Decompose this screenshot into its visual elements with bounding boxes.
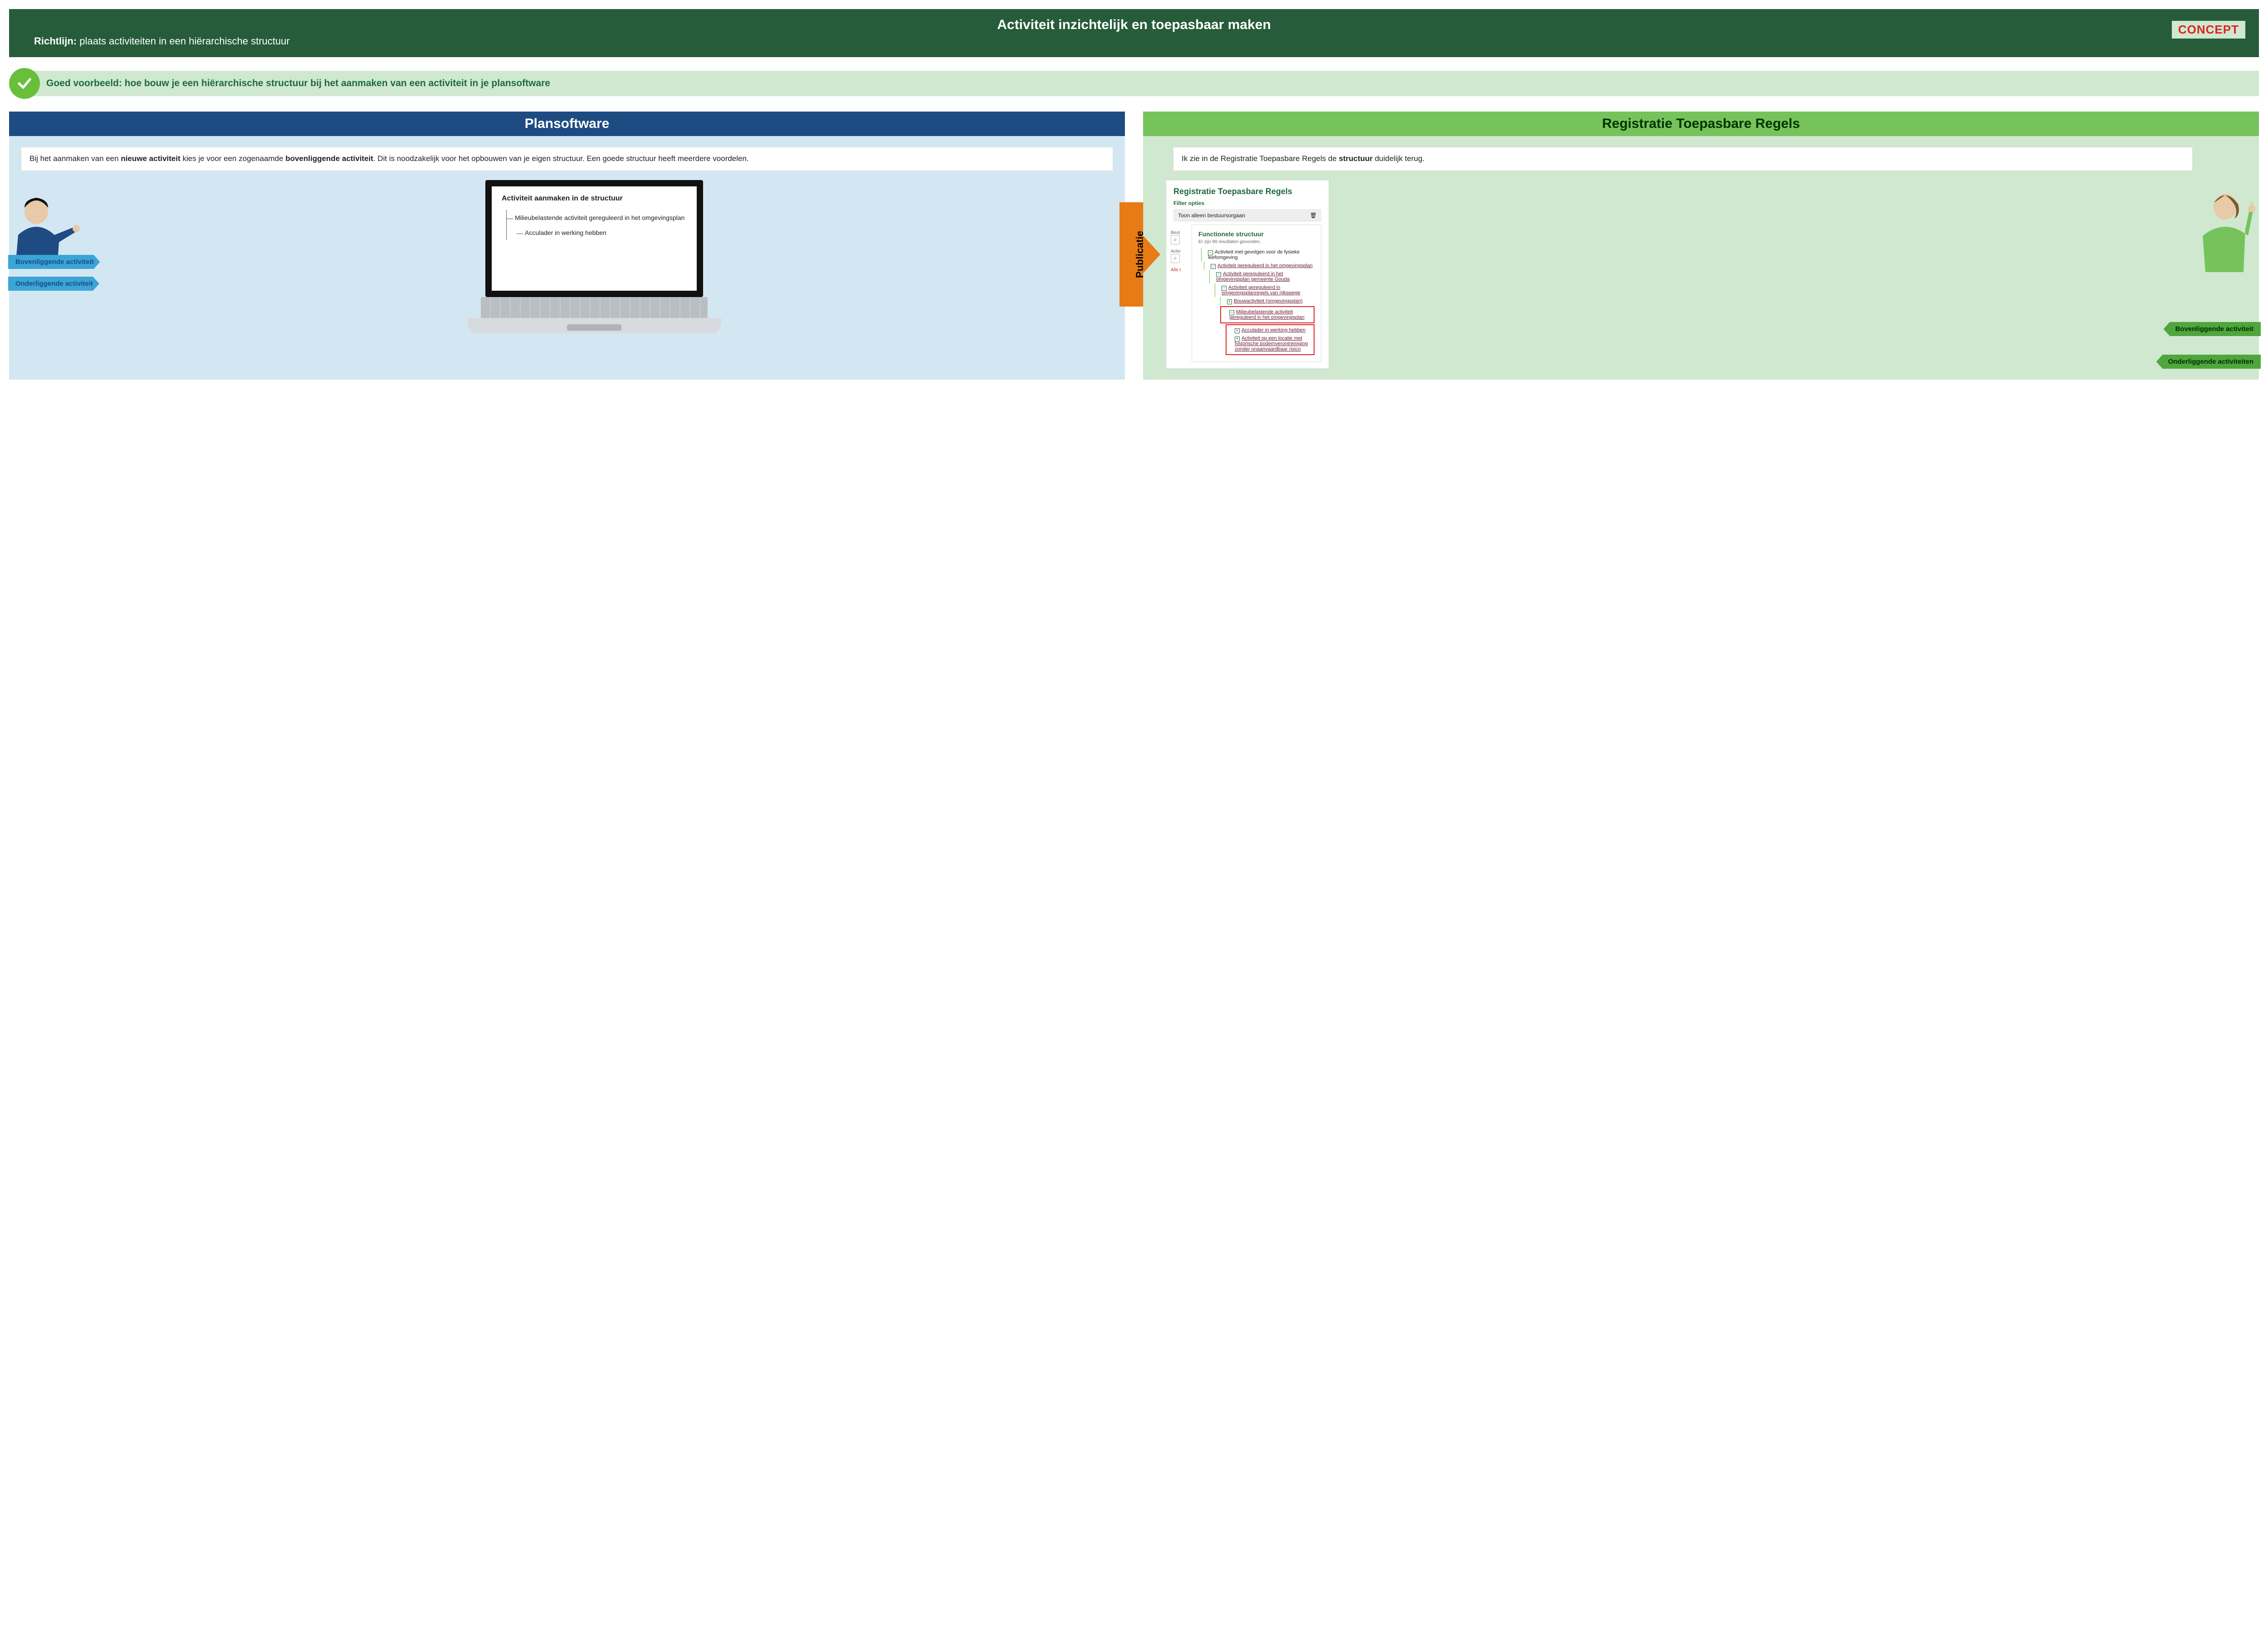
guideline-label: Richtlijn: — [34, 35, 77, 47]
label-parent-activity: Bovenliggende activiteit — [8, 255, 100, 269]
guideline-text: plaats activiteiten in een hiërarchische… — [79, 35, 289, 47]
func-title: Functionele structuur — [1198, 230, 1315, 238]
left-panel-body: Bij het aanmaken van een nieuwe activite… — [9, 136, 1125, 380]
person-right-icon — [2185, 186, 2262, 286]
guideline: Richtlijn: plaats activiteiten in een hi… — [34, 35, 2234, 47]
right-speech-bubble: Ik zie in de Registratie Toepasbare Rege… — [1173, 147, 2193, 171]
label-child-activities-right: Onderliggende activiteiten — [2156, 355, 2261, 369]
search-icon[interactable]: ⌕ — [1171, 235, 1180, 244]
search-icon[interactable]: ⌕ — [1171, 254, 1180, 263]
good-example-text: Goed voorbeeld: hoe bouw je een hiërarch… — [24, 71, 2259, 96]
concept-badge: CONCEPT — [2172, 21, 2245, 39]
highlight-children: +Acculader in werking hebben +Activiteit… — [1226, 324, 1315, 355]
highlight-parent: −Milieubelastende activiteit gereguleerd… — [1220, 306, 1315, 323]
results-count: Er zijn 90 resultaten gevonden. — [1198, 239, 1315, 244]
reg-tree: −Activiteit met gevolgen voor de fysieke… — [1198, 248, 1315, 355]
right-panel-title: Registratie Toepasbare Regels — [1143, 112, 2259, 136]
screen-tree: Milieubelastende activiteit gereguleerd … — [506, 210, 687, 240]
right-panel-body: Ik zie in de Registratie Toepasbare Rege… — [1143, 136, 2259, 380]
filter-title: Filter opties — [1173, 200, 1321, 206]
left-speech-bubble: Bij het aanmaken van een nieuwe activite… — [21, 147, 1113, 171]
page-title: Activiteit inzichtelijk en toepasbaar ma… — [34, 17, 2234, 33]
side-filters: Best⌕ Activ⌕ Alle t — [1171, 230, 1181, 277]
reg-title: Registratie Toepasbare Regels — [1173, 187, 1321, 196]
check-icon — [9, 68, 40, 99]
tree-parent: Milieubelastende activiteit gereguleerd … — [515, 210, 687, 225]
good-example-row: Goed voorbeeld: hoe bouw je een hiërarch… — [9, 68, 2259, 99]
trash-icon[interactable]: 🗑 — [1310, 212, 1317, 219]
tree-child: Acculader in werking hebben — [525, 225, 687, 240]
panels-row: Plansoftware Bij het aanmaken van een ni… — [9, 112, 2259, 380]
filter-option[interactable]: Toon alleen bestuursorgaan 🗑 — [1173, 209, 1321, 222]
person-left-icon — [5, 194, 82, 285]
header-banner: Activiteit inzichtelijk en toepasbaar ma… — [9, 9, 2259, 57]
label-parent-activity-right: Bovenliggende activiteit — [2163, 322, 2261, 336]
publication-label: Publicatie — [1134, 231, 1146, 278]
registration-card: Registratie Toepasbare Regels Filter opt… — [1166, 180, 1329, 369]
publication-arrow: Publicatie — [1119, 202, 1160, 307]
right-panel: Registratie Toepasbare Regels Ik zie in … — [1143, 112, 2259, 380]
left-panel: Plansoftware Bij het aanmaken van een ni… — [9, 112, 1125, 380]
label-child-activity: Onderliggende activiteit — [8, 277, 99, 291]
left-panel-title: Plansoftware — [9, 112, 1125, 136]
functional-structure-card: Functionele structuur Er zijn 90 resulta… — [1192, 224, 1321, 362]
laptop: Activiteit aanmaken in de structuur Mili… — [75, 180, 1113, 333]
screen-title: Activiteit aanmaken in de structuur — [502, 195, 687, 203]
